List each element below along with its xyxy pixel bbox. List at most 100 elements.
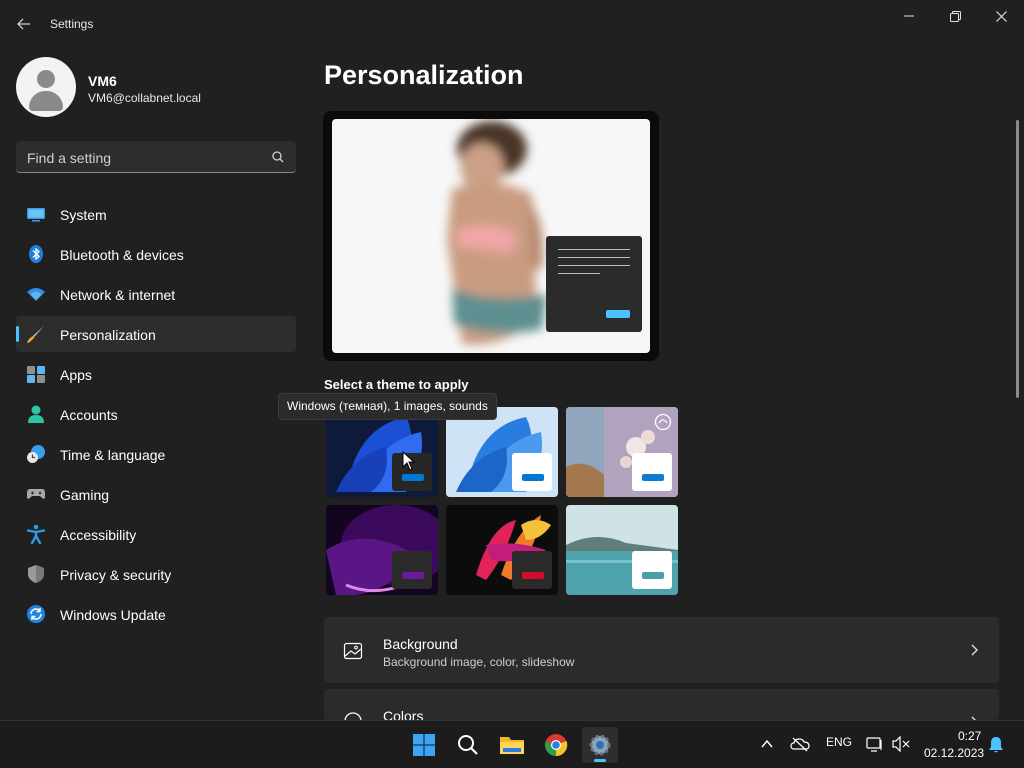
preview-accent-button [606,310,630,318]
theme-mini-window [632,453,672,491]
close-button[interactable] [978,0,1024,32]
theme-accent-bar [522,474,544,481]
sidebar-item-accessibility[interactable]: Accessibility [16,516,296,552]
sidebar-item-time-language[interactable]: Time & language [16,436,296,472]
preview-line [558,273,600,274]
user-name: VM6 [88,73,117,89]
clock-globe-icon [27,445,45,463]
sidebar-item-personalization[interactable]: Personalization [16,316,296,352]
avatar-body [29,91,63,111]
settings-taskbar-button[interactable] [582,727,618,763]
accessibility-icon [26,524,46,544]
sidebar-item-label: System [60,207,107,223]
wifi-icon [27,288,45,301]
background-card[interactable]: Background Background image, color, slid… [324,617,999,683]
title-bar: Settings [0,0,1024,48]
minimize-icon [904,15,914,17]
theme-sunrise-lake[interactable] [566,505,678,595]
sidebar-item-windows-update[interactable]: Windows Update [16,596,296,632]
close-icon [995,10,1007,22]
chevron-up-icon[interactable] [761,739,773,749]
theme-accent-bar [642,572,664,579]
sidebar-item-label: Gaming [60,487,110,503]
theme-tooltip: Windows (темная), 1 images, sounds [278,393,497,420]
theme-flowers[interactable] [566,407,678,497]
app-title: Settings [50,17,94,31]
slideshow-badge-icon [654,413,672,431]
card-subtitle: Background image, color, slideshow [383,655,575,669]
sidebar-item-system[interactable]: System [16,196,296,232]
theme-mini-window [632,551,672,589]
taskbar: ENG 0:27 02.12.2023 [0,720,1024,768]
preview-window [546,236,642,332]
page-title: Personalization [324,60,524,90]
shield-icon [28,565,44,583]
windows-start-icon [413,734,435,756]
back-button[interactable] [12,12,36,36]
sidebar-item-network[interactable]: Network & internet [16,276,296,312]
minimize-button[interactable] [886,0,932,32]
start-button[interactable] [406,727,442,763]
chrome-button[interactable] [538,727,574,763]
chrome-icon [545,734,568,757]
theme-accent-bar [402,474,424,481]
restore-button[interactable] [932,0,978,32]
sidebar-item-privacy[interactable]: Privacy & security [16,556,296,592]
search-input[interactable]: Find a setting [16,141,296,173]
sidebar-item-label: Accessibility [60,527,137,543]
restore-icon [949,10,961,22]
theme-mini-window [512,453,552,491]
sidebar-item-label: Time & language [60,447,166,463]
update-icon [27,605,45,623]
clock-time[interactable]: 0:27 [958,729,981,743]
chevron-right-icon [971,644,978,656]
theme-preview [323,111,659,361]
image-icon [343,642,363,660]
sidebar-item-accounts[interactable]: Accounts [16,396,296,432]
theme-accent-bar [402,572,424,579]
sidebar-item-label: Privacy & security [60,567,172,583]
theme-windows-dark[interactable] [326,407,438,497]
sidebar-item-bluetooth[interactable]: Bluetooth & devices [16,236,296,272]
search-icon [458,735,478,755]
file-explorer-button[interactable] [494,727,530,763]
notification-bell-icon[interactable] [988,736,1004,754]
card-title: Background [383,636,458,652]
sidebar-item-label: Network & internet [60,287,176,303]
volume-muted-icon[interactable] [892,736,910,752]
onedrive-offline-icon[interactable] [790,736,810,752]
network-icon[interactable] [866,736,884,752]
theme-captured-motion[interactable] [446,505,558,595]
colors-card[interactable]: Colors [324,689,999,720]
sidebar-item-label: Accounts [60,407,118,423]
sidebar-item-gaming[interactable]: Gaming [16,476,296,512]
theme-glow[interactable] [326,505,438,595]
sidebar-item-label: Windows Update [60,607,166,623]
desktop-preview [332,119,650,353]
preview-line [558,257,630,258]
clock-date[interactable]: 02.12.2023 [924,746,984,760]
theme-windows-light[interactable] [446,407,558,497]
language-indicator[interactable]: ENG [826,735,852,749]
avatar-head [37,70,55,88]
scrollbar[interactable] [1016,120,1019,398]
apps-icon [27,366,45,383]
mouse-cursor-icon [402,451,416,471]
sidebar-item-label: Bluetooth & devices [60,247,184,263]
accounts-icon [28,405,44,423]
preview-line [558,249,630,250]
taskbar-search-button[interactable] [450,727,486,763]
search-placeholder: Find a setting [27,150,112,166]
preview-line [558,265,630,266]
sidebar-item-label: Apps [60,367,92,383]
sidebar-item-apps[interactable]: Apps [16,356,296,392]
sidebar-item-label: Personalization [60,327,156,343]
bluetooth-icon [29,245,43,263]
avatar[interactable] [16,57,76,117]
theme-mini-window [392,551,432,589]
theme-mini-window [512,551,552,589]
card-title: Colors [383,708,424,720]
brush-icon [27,326,44,343]
system-icon [27,208,45,222]
search-icon [272,151,284,163]
